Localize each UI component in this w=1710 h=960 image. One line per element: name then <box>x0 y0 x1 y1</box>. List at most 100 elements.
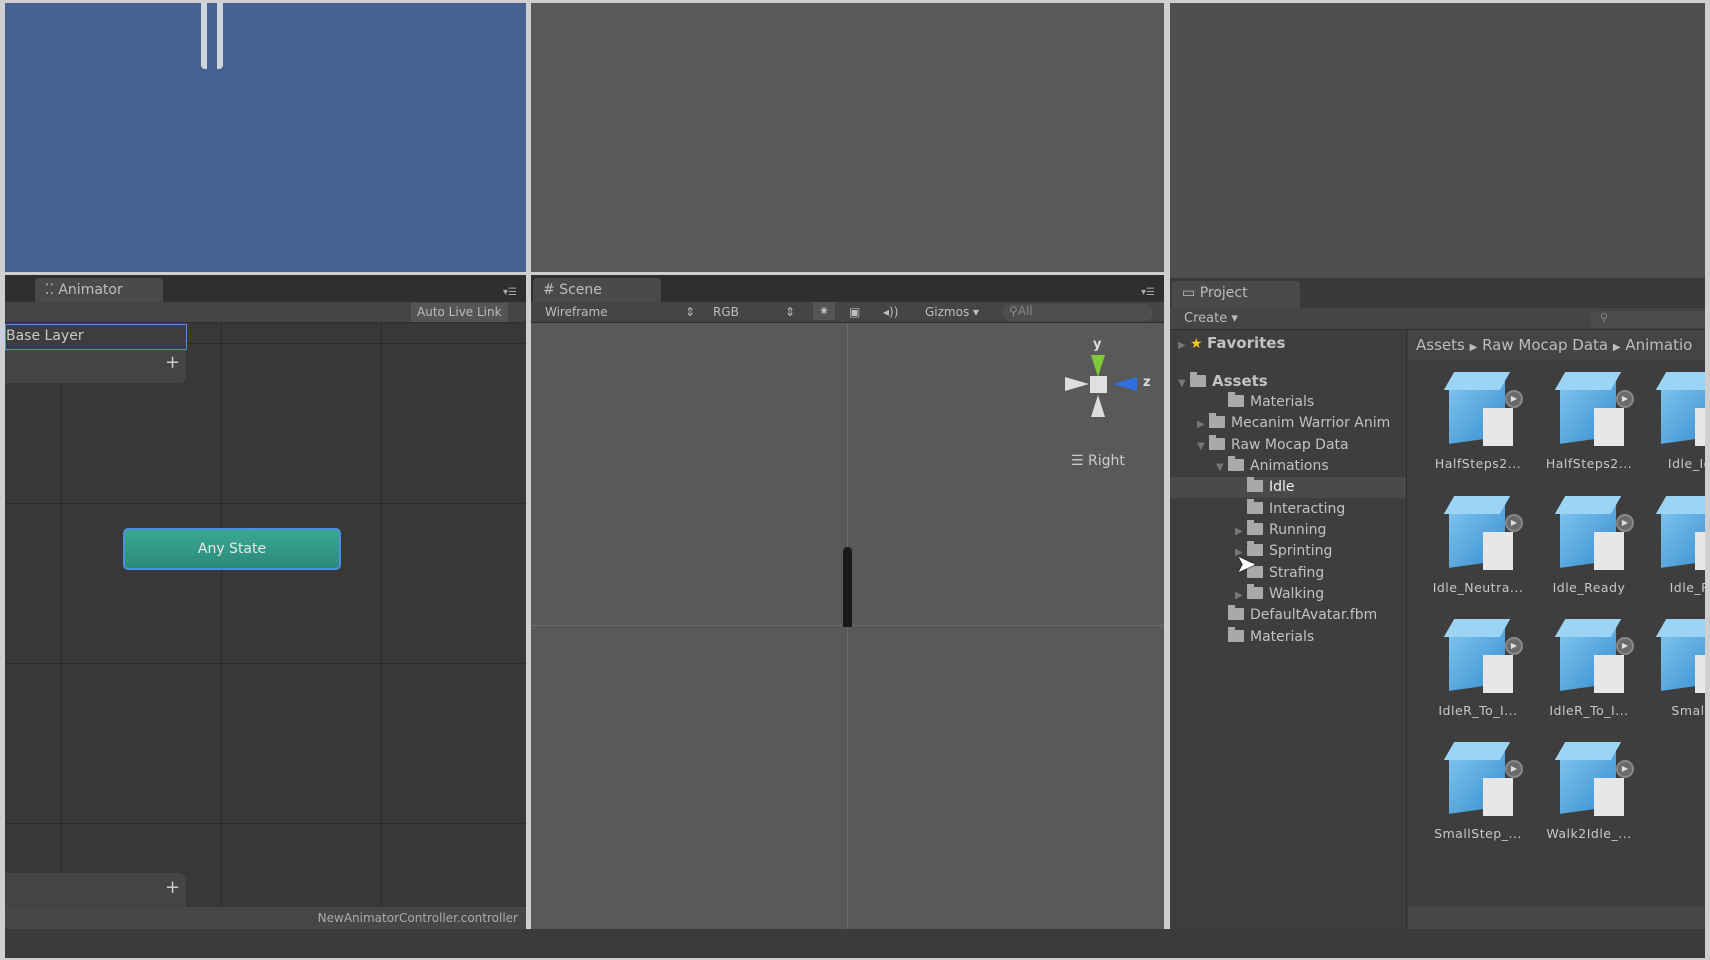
render-channel-dropdown[interactable]: RGB <box>713 305 739 319</box>
asset-tile[interactable]: ▶ IdleR_To_I... <box>1428 619 1528 718</box>
breadcrumb: Assets ▶ Raw Mocap Data ▶ Animatio <box>1408 330 1705 360</box>
lighting-toggle-icon[interactable]: ✷ <box>813 302 836 320</box>
tree-item-label: Materials <box>1250 629 1315 645</box>
panel-menu-icon[interactable]: ▾☰ <box>1141 287 1155 298</box>
asset-tile[interactable]: ▶ Small <box>1640 619 1705 718</box>
dropdown-arrows-icon: ⇕ <box>785 305 796 319</box>
tree-item[interactable]: Materials <box>1170 392 1406 413</box>
tree-item[interactable]: ▶ Walking <box>1170 584 1406 605</box>
grid-icon: # <box>543 282 560 298</box>
asset-tile[interactable]: ▶ Walk2Idle_... <box>1539 742 1639 841</box>
parameters-panel <box>5 873 186 907</box>
play-icon[interactable]: ▶ <box>1616 390 1634 408</box>
tree-item-label: Idle <box>1269 479 1295 495</box>
play-icon[interactable]: ▶ <box>1505 637 1523 655</box>
gizmos-dropdown[interactable]: Gizmos ▾ <box>925 305 979 319</box>
scene-search-input[interactable]: ⚲All <box>1003 304 1153 321</box>
expand-arrow-icon[interactable]: ▶ <box>1178 335 1190 356</box>
animator-panel: ⁚⁚ Animator ▾☰ Auto Live Link Base Layer… <box>5 275 526 929</box>
folder-icon <box>1247 477 1263 492</box>
asset-tile[interactable]: ▶ Idle_R <box>1640 496 1705 595</box>
tree-item[interactable]: ▶ Mecanim Warrior Anim <box>1170 413 1406 434</box>
play-icon[interactable]: ▶ <box>1616 760 1634 778</box>
asset-tile[interactable]: ▶ IdleR_To_I... <box>1539 619 1639 718</box>
axis-z-cone[interactable] <box>1113 377 1137 391</box>
expand-arrow-icon[interactable]: ▶ <box>1235 585 1247 606</box>
shading-mode-dropdown[interactable]: Wireframe <box>545 305 608 319</box>
tab-project[interactable]: ▭ Project <box>1172 281 1300 308</box>
character-legs <box>201 3 223 69</box>
tree-item[interactable]: Interacting <box>1170 499 1406 520</box>
breadcrumb-item[interactable]: Assets <box>1416 336 1465 354</box>
asset-tile[interactable]: ▶ Idle_Neutra... <box>1428 496 1528 595</box>
add-layer-button[interactable]: + <box>165 352 180 373</box>
tree-item-label: Animations <box>1250 458 1329 474</box>
asset-label: IdleR_To_I... <box>1438 703 1518 718</box>
tree-item-label: Assets <box>1212 372 1268 390</box>
breadcrumb-item[interactable]: Raw Mocap Data <box>1482 336 1608 354</box>
tab-scene[interactable]: # Scene <box>533 278 661 302</box>
tree-item[interactable]: ▼ Animations <box>1170 456 1406 477</box>
breadcrumb-item[interactable]: Animatio <box>1625 336 1692 354</box>
asset-tile[interactable]: ▶ Idle_Id <box>1640 372 1705 471</box>
image-effects-icon[interactable]: ▣ <box>849 305 860 319</box>
tree-item[interactable]: ▶ ★ Favorites <box>1170 333 1406 354</box>
dropdown-arrows-icon: ⇕ <box>685 305 696 319</box>
asset-tile[interactable]: ▶ HalfSteps2... <box>1428 372 1528 471</box>
asset-tile[interactable]: ▶ SmallStep_... <box>1428 742 1528 841</box>
breadcrumb-arrow-icon: ▶ <box>1469 342 1478 353</box>
animation-clip-icon: ▶ <box>1554 619 1634 693</box>
auto-live-link-button[interactable]: Auto Live Link <box>411 303 508 322</box>
axis-y-label: y <box>1093 337 1102 352</box>
collapse-arrow-icon[interactable]: ▼ <box>1197 436 1209 457</box>
tree-item[interactable]: ▶ Running <box>1170 520 1406 541</box>
axis-neg-x-cone[interactable] <box>1065 377 1089 391</box>
tab-animator[interactable]: ⁚⁚ Animator <box>35 278 163 302</box>
tree-item-label: Interacting <box>1269 501 1346 517</box>
play-icon[interactable]: ▶ <box>1616 514 1634 532</box>
tree-item[interactable]: ▶ Sprinting <box>1170 541 1406 562</box>
breadcrumb-arrow-icon: ▶ <box>1612 342 1621 353</box>
tree-item[interactable]: Idle <box>1170 477 1406 498</box>
tree-item[interactable]: Strafing <box>1170 563 1406 584</box>
layer-base-layer[interactable]: Base Layer <box>5 324 187 350</box>
tab-label: Scene <box>559 282 602 298</box>
animation-clip-icon: ▶ <box>1554 372 1634 446</box>
view-name: Right <box>1088 453 1125 469</box>
axis-neg-y-cone[interactable] <box>1091 395 1105 417</box>
tree-item-label: Running <box>1269 522 1327 538</box>
asset-tile[interactable]: ▶ Idle_Ready <box>1539 496 1639 595</box>
gizmo-center-cube[interactable] <box>1090 376 1107 393</box>
animator-graph[interactable] <box>5 323 526 907</box>
collapse-arrow-icon[interactable]: ▼ <box>1216 457 1228 478</box>
axis-y-cone[interactable] <box>1091 355 1105 377</box>
collapse-arrow-icon[interactable]: ▼ <box>1178 373 1190 394</box>
tree-item[interactable]: Materials <box>1170 627 1406 648</box>
project-footer <box>1408 906 1705 929</box>
mouse-cursor-icon: ➤ <box>1236 550 1257 578</box>
play-icon[interactable]: ▶ <box>1505 514 1523 532</box>
create-dropdown[interactable]: Create ▾ <box>1184 311 1238 326</box>
any-state-node[interactable]: Any State <box>123 528 341 570</box>
asset-tile[interactable]: ▶ HalfSteps2... <box>1539 372 1639 471</box>
panel-menu-icon[interactable]: ▾☰ <box>503 287 517 298</box>
tree-item[interactable]: DefaultAvatar.fbm <box>1170 605 1406 626</box>
audio-toggle-icon[interactable]: ◂)) <box>883 305 898 319</box>
asset-label: Idle_Id <box>1667 456 1705 471</box>
project-search-input[interactable]: ⚲ <box>1590 311 1705 328</box>
view-label[interactable]: ☰ Right <box>1071 453 1125 469</box>
scene-viewport[interactable]: y z ☰ Right <box>531 323 1164 929</box>
folder-tree: ▶ ★ Favorites ▼ Assets Materials ▶ Mecanim War… <box>1170 330 1407 929</box>
play-icon[interactable]: ▶ <box>1505 760 1523 778</box>
folder-icon <box>1228 392 1244 407</box>
animation-clip-icon: ▶ <box>1554 742 1634 816</box>
tree-item[interactable]: ▼ Assets <box>1170 371 1406 392</box>
add-parameter-button[interactable]: + <box>165 877 180 898</box>
tree-item[interactable]: ▼ Raw Mocap Data <box>1170 435 1406 456</box>
tree-item-label: DefaultAvatar.fbm <box>1250 607 1378 623</box>
scene-gizmo[interactable]: y z <box>1065 337 1155 427</box>
expand-arrow-icon[interactable]: ▶ <box>1235 521 1247 542</box>
expand-arrow-icon[interactable]: ▶ <box>1197 414 1209 435</box>
play-icon[interactable]: ▶ <box>1505 390 1523 408</box>
play-icon[interactable]: ▶ <box>1616 637 1634 655</box>
